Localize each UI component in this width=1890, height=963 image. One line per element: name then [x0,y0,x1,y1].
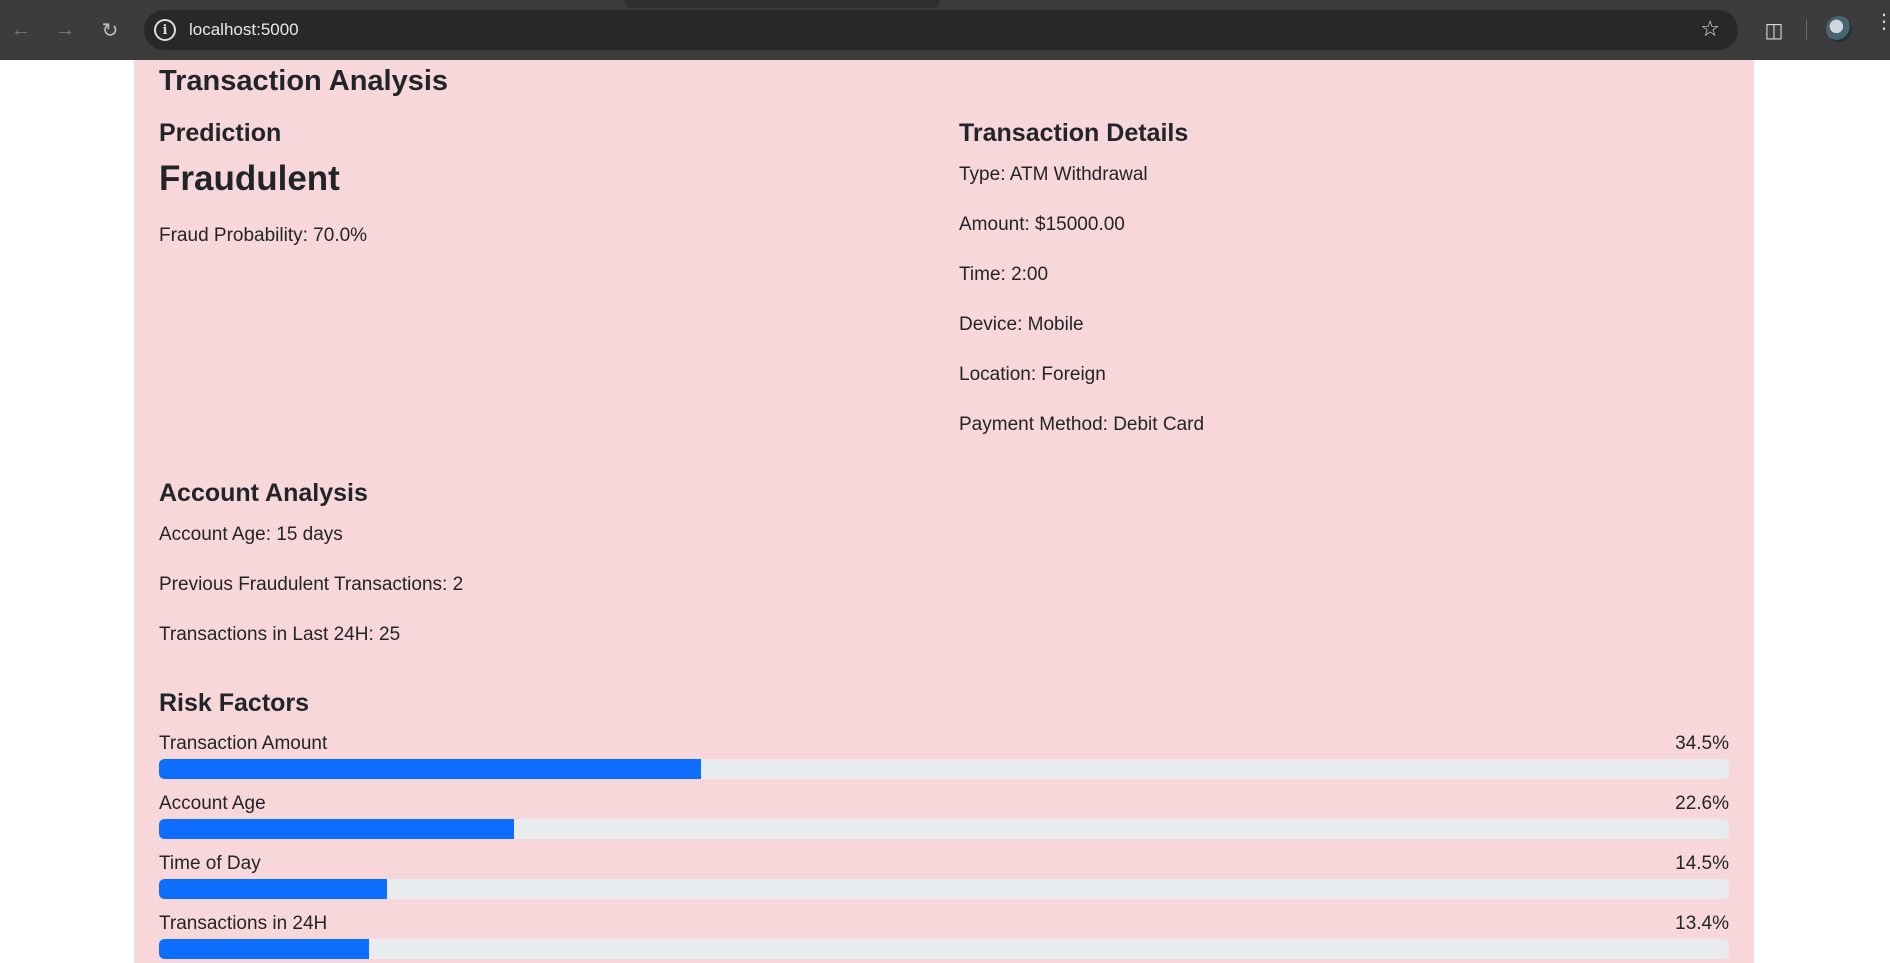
tab-strip-edge [625,0,940,8]
risk-factor-percent: 13.4% [1675,913,1729,934]
transaction-details-heading: Transaction Details [959,119,1189,147]
risk-factor-label: Account Age [159,793,266,814]
detail-time: Time: 2:00 [959,264,1049,285]
risk-progress-track [159,759,1729,779]
risk-factor-percent: 14.5% [1675,853,1729,874]
risk-factor-label: Transaction Amount [159,733,328,754]
back-arrow-icon[interactable]: ← [7,16,35,44]
reload-icon[interactable]: ↻ [96,16,124,44]
account-age: Account Age: 15 days [159,524,343,545]
prediction-heading: Prediction [159,119,282,147]
site-info-icon[interactable]: i [154,19,176,41]
toolbar-separator [1806,20,1807,40]
detail-amount: Amount: $15000.00 [959,214,1125,235]
url-text[interactable]: localhost:5000 [189,20,299,40]
risk-factor-label: Time of Day [159,853,261,874]
detail-payment-method: Payment Method: Debit Card [959,414,1205,435]
prediction-result: Fraudulent [159,159,340,198]
risk-progress-fill [159,879,387,899]
page-title: Transaction Analysis [159,65,449,97]
risk-progress-fill [159,939,370,959]
risk-progress-fill [159,819,514,839]
detail-location: Location: Foreign [959,364,1106,385]
transactions-last-24h: Transactions in Last 24H: 25 [159,624,401,645]
browser-toolbar: ← → ↻ i localhost:5000 ☆ ◫ ⋮ [0,0,1890,60]
detail-type: Type: ATM Withdrawal [959,164,1148,185]
forward-arrow-icon[interactable]: → [51,16,79,44]
extensions-icon[interactable]: ◫ [1760,16,1788,44]
detail-device: Device: Mobile [959,314,1084,335]
risk-progress-fill [159,759,701,779]
menu-dots-icon[interactable]: ⋮ [1874,12,1890,44]
risk-factors-heading: Risk Factors [159,689,310,717]
analysis-card: Transaction Analysis Prediction Fraudule… [134,60,1754,963]
previous-fraudulent-transactions: Previous Fraudulent Transactions: 2 [159,574,464,595]
risk-factor-label: Transactions in 24H [159,913,328,934]
account-analysis-heading: Account Analysis [159,479,368,507]
risk-factor-percent: 22.6% [1675,793,1729,814]
risk-progress-track [159,879,1729,899]
fraud-probability: Fraud Probability: 70.0% [159,225,368,246]
risk-factor-percent: 34.5% [1675,733,1729,754]
risk-progress-track [159,939,1729,959]
risk-progress-track [159,819,1729,839]
address-bar[interactable]: i localhost:5000 ☆ [144,10,1738,50]
bookmark-star-icon[interactable]: ☆ [1700,16,1720,42]
profile-avatar[interactable] [1826,16,1852,42]
